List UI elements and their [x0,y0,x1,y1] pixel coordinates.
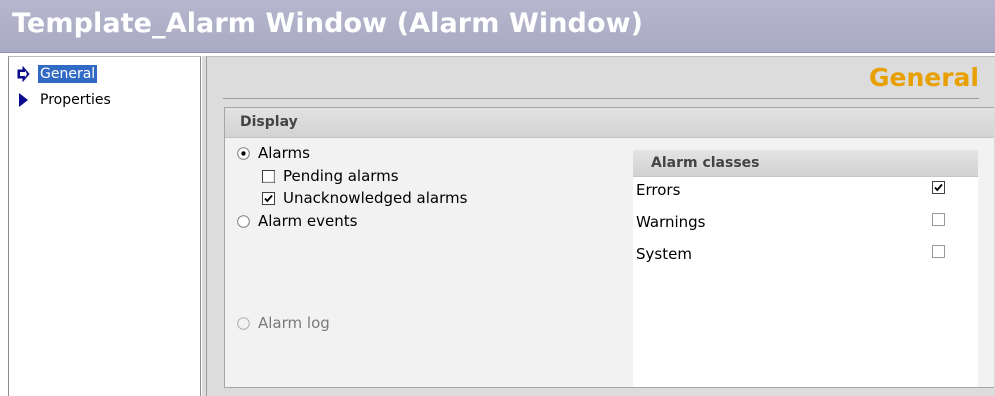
nav-item-label: Properties [40,92,111,108]
arrow-right-outline-icon [17,66,30,82]
pending-alarms-checkbox[interactable]: Pending alarms [262,167,399,185]
alarm-class-row: System [633,240,978,268]
nav-item-general[interactable]: General [17,64,98,84]
radio-checked-icon [237,146,250,160]
window-title-bar: Template_Alarm Window (Alarm Window) [0,0,995,53]
nav-item-properties[interactable]: Properties [17,90,113,110]
alarms-radio-label: Alarms [258,144,310,162]
display-group-body: Alarms Pending alarms Unacknowledged ala… [225,138,994,387]
alarm-class-row: Errors [633,176,978,204]
display-group: Display Alarms Pending alarms Unacknowle… [224,107,994,388]
alarm-log-radio[interactable]: Alarm log [237,314,330,332]
radio-unchecked-icon [237,214,250,228]
alarm-classes-title: Alarm classes [651,155,760,171]
unacknowledged-alarms-label: Unacknowledged alarms [283,189,468,207]
alarm-classes-header: Alarm classes [633,150,978,177]
alarm-events-radio-label: Alarm events [258,212,358,230]
pending-alarms-label: Pending alarms [283,167,399,185]
unacknowledged-alarms-checkbox[interactable]: Unacknowledged alarms [262,189,467,207]
alarm-events-radio[interactable]: Alarm events [237,212,357,230]
arrow-right-solid-icon [19,93,28,107]
display-group-title: Display [240,114,298,130]
section-title: General [869,63,979,92]
radio-disabled-icon [237,316,250,330]
window-title: Template_Alarm Window (Alarm Window) [12,8,644,39]
errors-checkbox[interactable] [932,181,945,194]
navigation-pane: General Properties [8,56,201,396]
display-group-header: Display [225,108,994,138]
alarm-classes-panel: Alarm classes Errors Warnings System [633,150,978,387]
nav-item-label: General [38,65,98,83]
alarm-class-name: Warnings [636,213,706,231]
alarm-class-name: Errors [636,181,681,199]
title-divider [223,98,979,99]
checkbox-checked-icon [262,191,275,205]
alarm-class-name: System [636,245,692,263]
properties-pane: General Display Alarms Pending alarms Un… [206,56,995,396]
alarms-radio[interactable]: Alarms [237,144,310,162]
alarm-class-row: Warnings [633,208,978,236]
checkbox-unchecked-icon [262,169,275,183]
alarm-log-radio-label: Alarm log [258,314,330,332]
warnings-checkbox[interactable] [932,213,945,226]
system-checkbox[interactable] [932,245,945,258]
